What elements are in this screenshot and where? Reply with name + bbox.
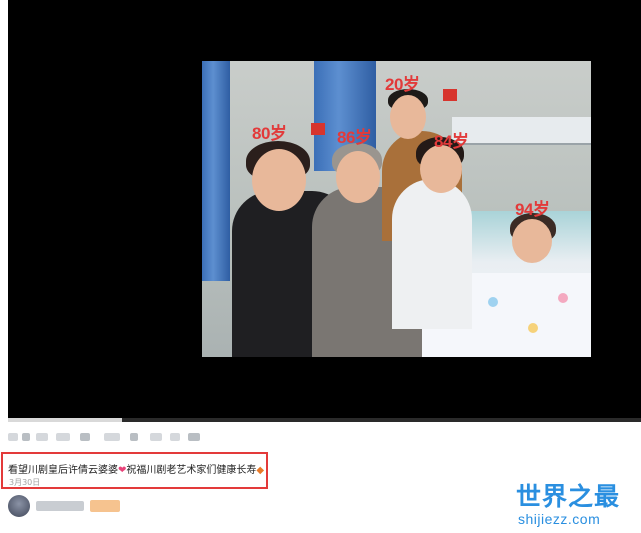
obscured-username bbox=[36, 501, 84, 511]
age-label: 20岁 bbox=[385, 75, 420, 94]
post-date: 3月30日 bbox=[9, 478, 41, 487]
hospital-visit-photo: 80岁 86岁 20岁 84岁 94岁 bbox=[202, 61, 591, 357]
quilt-pattern bbox=[488, 297, 498, 307]
obscured-badge bbox=[90, 500, 120, 512]
video-progress-bar[interactable] bbox=[8, 418, 641, 422]
red-flag bbox=[443, 89, 457, 101]
highlighted-post-caption: 看望川剧皇后许倩云婆婆❤祝福川剧老艺术家们健康长寿◆ 3月30日 bbox=[1, 452, 268, 489]
avatar[interactable] bbox=[8, 495, 30, 517]
wall-panel bbox=[452, 117, 591, 145]
video-player[interactable]: 80岁 86岁 20岁 84岁 94岁 bbox=[8, 0, 641, 418]
diamond-icon: ◆ bbox=[256, 465, 265, 476]
post-caption: 看望川剧皇后许倩云婆婆❤祝福川剧老艺术家们健康长寿◆ bbox=[8, 461, 264, 476]
age-label: 84岁 bbox=[434, 132, 469, 151]
red-flag bbox=[311, 123, 325, 135]
age-label: 94岁 bbox=[515, 200, 550, 219]
video-progress-fill bbox=[8, 418, 122, 422]
age-label: 80岁 bbox=[252, 124, 287, 143]
caption-text-part2: 祝福川剧老艺术家们健康长寿 bbox=[126, 465, 257, 476]
watermark-title: 世界之最 bbox=[516, 482, 621, 511]
left-curtain bbox=[202, 61, 230, 281]
quilt-pattern bbox=[528, 323, 538, 333]
quilt-pattern bbox=[558, 293, 568, 303]
age-label: 86岁 bbox=[337, 128, 372, 147]
watermark-url: shijiezz.com bbox=[518, 511, 601, 527]
caption-text-part1: 看望川剧皇后许倩云婆婆 bbox=[8, 465, 118, 476]
